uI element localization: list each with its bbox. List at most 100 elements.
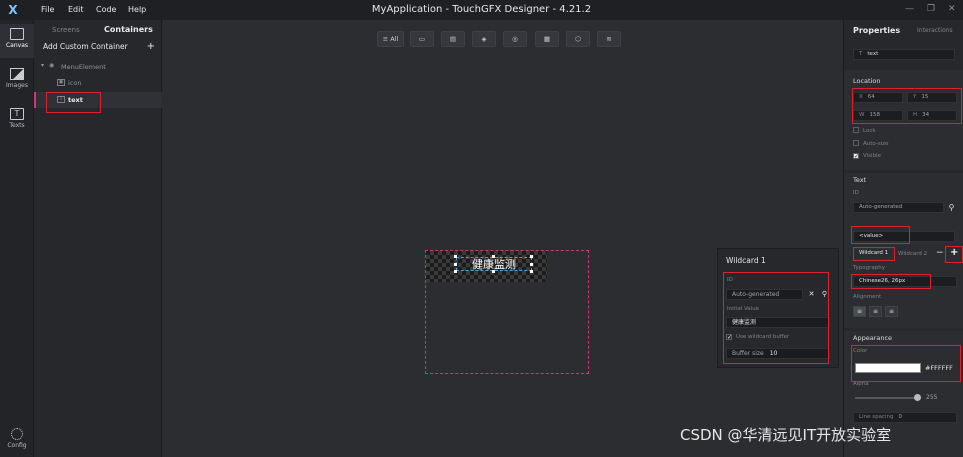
left-rail: Canvas Images T Texts Config [0,20,34,457]
text-section: Text ID Auto-generated ⚲ <value> Wildcar… [844,173,963,328]
tab-interactions[interactable]: Interactions [917,27,953,34]
keyboard-icon: ▦ [543,35,551,43]
highlight-wildcard-1 [853,247,895,261]
highlight-color [851,345,961,382]
title-bar: X File Edit Code Help MyApplication - To… [0,0,963,20]
eye-icon[interactable]: ◉ [49,62,54,69]
text-widget-icon: T [859,51,863,57]
tab-screens[interactable]: Screens [52,26,80,34]
resize-handle[interactable] [530,255,533,258]
tree-panel: Screens Containers Add Custom Container … [34,20,162,457]
line-spacing-field[interactable]: Line spacing 0 [853,412,957,423]
checkmark-icon: ✓ [853,153,860,160]
align-center-icon[interactable]: ≡ [869,306,882,317]
alpha-slider-handle[interactable] [914,394,921,401]
appearance-title: Appearance [853,334,893,342]
filter-image-button[interactable]: ▤ [441,31,465,47]
resize-handle[interactable] [454,263,457,266]
alignment-group: ≡ ≡ ≡ [853,306,903,317]
widget-name-input[interactable]: Ttext [853,49,955,60]
shapes-icon: ◎ [512,35,518,43]
rail-canvas-button[interactable]: Canvas [0,24,34,58]
auto-size-checkbox[interactable]: Auto-size [853,140,889,147]
text-widget[interactable]: 健康监测 [426,251,547,282]
filter-layers-button[interactable]: ≋ [597,31,621,47]
minus-icon[interactable]: − [936,248,944,258]
tree-item-menuelement[interactable]: ▾ ◉ MenuElement [34,59,162,75]
highlight-typography [851,274,931,289]
image-icon: ▤ [449,35,457,43]
rail-images-label: Images [6,82,28,89]
rail-config-button[interactable]: Config [0,424,34,457]
visible-label: Visible [863,153,881,159]
search-icon[interactable]: ⚲ [946,202,957,213]
resize-handle[interactable] [492,270,495,273]
filter-all-button[interactable]: ≡ All [377,31,404,47]
filter-shapes-button[interactable]: ◎ [503,31,527,47]
chevron-down-icon[interactable]: ▾ [41,62,44,69]
layers-icon: ≋ [606,35,612,43]
add-custom-container-label: Add Custom Container [43,42,128,51]
plus-icon[interactable]: + [147,41,155,52]
alignment-label: Alignment [853,294,882,300]
resize-handle[interactable] [492,255,495,258]
properties-title: Properties [853,26,901,35]
text-widget-content: 健康监测 [456,257,532,271]
canvas-icon [10,28,24,40]
cube-icon: ⬡ [575,35,581,43]
rail-texts-button[interactable]: T Texts [0,104,34,138]
filter-all-label: All [390,35,399,43]
location-section: Location X 64 Y 15 W 158 H 34 Lock Auto-size… [844,70,963,170]
close-icon[interactable]: ✕ [948,4,956,14]
highlight-plus [945,246,963,263]
lock-label: Lock [863,128,876,134]
align-left-icon[interactable]: ≡ [853,306,866,317]
location-title: Location [853,77,881,85]
line-spacing-value: 0 [898,414,902,420]
resize-handle[interactable] [454,270,457,273]
gear-icon [11,428,23,440]
text-id-label: ID [853,190,859,196]
tree-tabs: Screens Containers [34,20,161,40]
tab-containers[interactable]: Containers [104,25,153,34]
resize-handle[interactable] [454,255,457,258]
line-spacing-label: Line spacing [859,414,894,420]
resize-handle[interactable] [530,270,533,273]
rail-texts-label: Texts [9,122,25,129]
rail-images-button[interactable]: Images [0,64,34,98]
widget-filter-bar: ≡ All ▭ ▤ ◈ ◎ ▦ ⬡ ≋ [377,31,630,47]
alpha-slider-track[interactable] [855,397,920,399]
wildcard-title: Wildcard 1 [726,256,766,265]
filter-cube-button[interactable]: ⬡ [566,31,590,47]
visible-checkbox[interactable]: ✓ Visible [853,153,881,160]
rail-config-label: Config [7,442,27,449]
filter-box-button[interactable]: ◈ [472,31,496,47]
maximize-icon[interactable]: ❐ [927,4,935,14]
add-custom-container-button[interactable]: Add Custom Container + [43,41,155,52]
filter-monitor-button[interactable]: ▭ [410,31,434,47]
highlight-location [852,88,962,124]
box-icon: ◈ [481,35,487,43]
watermark: CSDN @华清远见IT开放实验室 [680,426,892,444]
text-title: Text [853,176,867,184]
properties-panel: Properties Interactions Ttext Location X… [843,20,963,457]
widget-name-value: text [867,51,879,57]
images-icon [10,68,24,80]
auto-size-box [853,140,859,146]
text-id-input[interactable]: Auto-generated [853,202,944,213]
rail-canvas-label: Canvas [5,42,29,49]
tree-item-icon[interactable]: ▣ icon [34,75,162,91]
window-title: MyApplication - TouchGFX Designer - 4.21… [371,4,592,15]
tab-wildcard-2[interactable]: Wildcard 2 [898,251,927,257]
highlight-tree-text [46,92,101,113]
typography-label: Typography [853,265,885,271]
canvas-area[interactable]: ≡ All ▭ ▤ ◈ ◎ ▦ ⬡ ≋ 健康监测 [162,20,841,457]
texts-icon: T [10,108,24,120]
minimize-icon[interactable]: — [905,4,914,14]
filter-keyboard-button[interactable]: ▦ [535,31,559,47]
align-right-icon[interactable]: ≡ [885,306,898,317]
resize-handle[interactable] [530,263,533,266]
alpha-value[interactable]: 255 [926,394,937,401]
lock-checkbox[interactable]: Lock [853,127,876,134]
highlight-wildcard [723,272,829,364]
